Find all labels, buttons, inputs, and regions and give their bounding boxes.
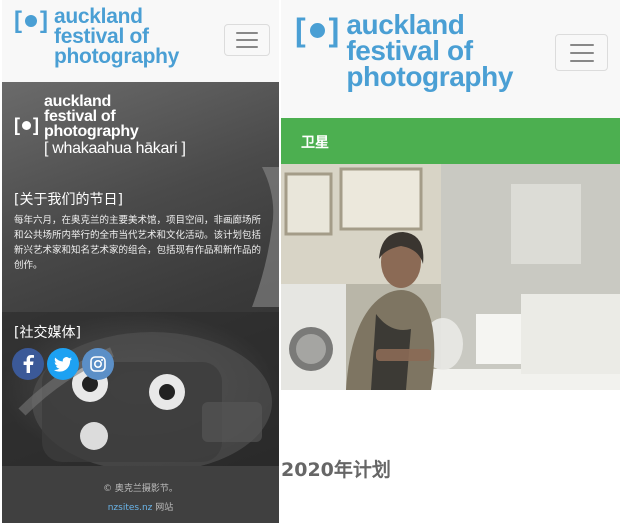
laundromat-photo [281, 164, 620, 390]
page-footer: © 奥克兰摄影节。 nzsites.nz 网站 [2, 466, 279, 523]
footer-logo-line-2: festival of [44, 108, 116, 125]
logo-line-2: festival of [54, 25, 149, 48]
section-banner: 卫星 [281, 118, 620, 164]
site-header: [] auckland festival of photography [281, 0, 620, 118]
site-logo[interactable]: [] auckland festival of photography [14, 5, 180, 68]
menu-toggle-button[interactable] [555, 34, 608, 71]
footer-hero: [] auckland festival of photography [ wh… [2, 82, 279, 466]
instagram-icon[interactable] [82, 348, 114, 380]
hamburger-icon [236, 32, 258, 34]
logo-mark-icon: [] [295, 12, 340, 48]
social-heading: [社交媒体] [14, 325, 81, 341]
facebook-icon[interactable] [12, 348, 44, 380]
twitter-icon[interactable] [47, 348, 79, 380]
logo-line-3: photography [346, 61, 514, 92]
mobile-view-right: [] auckland festival of photography 卫星 2… [281, 0, 620, 523]
site-header: [] auckland festival of photography [2, 0, 279, 82]
hamburger-icon [569, 43, 594, 46]
credit-line: nzsites.nz 网站 [2, 500, 279, 513]
footer-logo-tagline: [ whakaahua hākari ] [44, 140, 186, 157]
section-label: 卫星 [301, 135, 329, 151]
social-links [12, 348, 114, 380]
footer-logo-line-1: auckland [44, 93, 111, 110]
logo-line-3: photography [54, 45, 180, 68]
about-text: 每年六月，在奥克兰的主要美术馆，项目空间，非画廊场所和公共场所内举行的全市当代艺… [14, 215, 262, 271]
logo-line-1: auckland [54, 5, 143, 28]
footer-logo: [] auckland festival of photography [ wh… [14, 93, 186, 157]
menu-toggle-button[interactable] [224, 24, 270, 56]
logo-mark-icon: [] [14, 7, 48, 34]
credit-link[interactable]: nzsites.nz [108, 503, 153, 513]
site-logo[interactable]: [] auckland festival of photography [295, 11, 514, 92]
footer-logo-line-3: photography [44, 123, 139, 140]
mobile-view-left: [] auckland festival of photography [] … [2, 0, 279, 523]
credit-suffix: 网站 [152, 503, 174, 513]
copyright-text: © 奥克兰摄影节。 [103, 484, 178, 494]
program-heading: 2020年计划 [281, 459, 391, 481]
logo-mark-icon: [] [14, 114, 39, 135]
about-heading: [关于我们的节日] [14, 192, 123, 208]
